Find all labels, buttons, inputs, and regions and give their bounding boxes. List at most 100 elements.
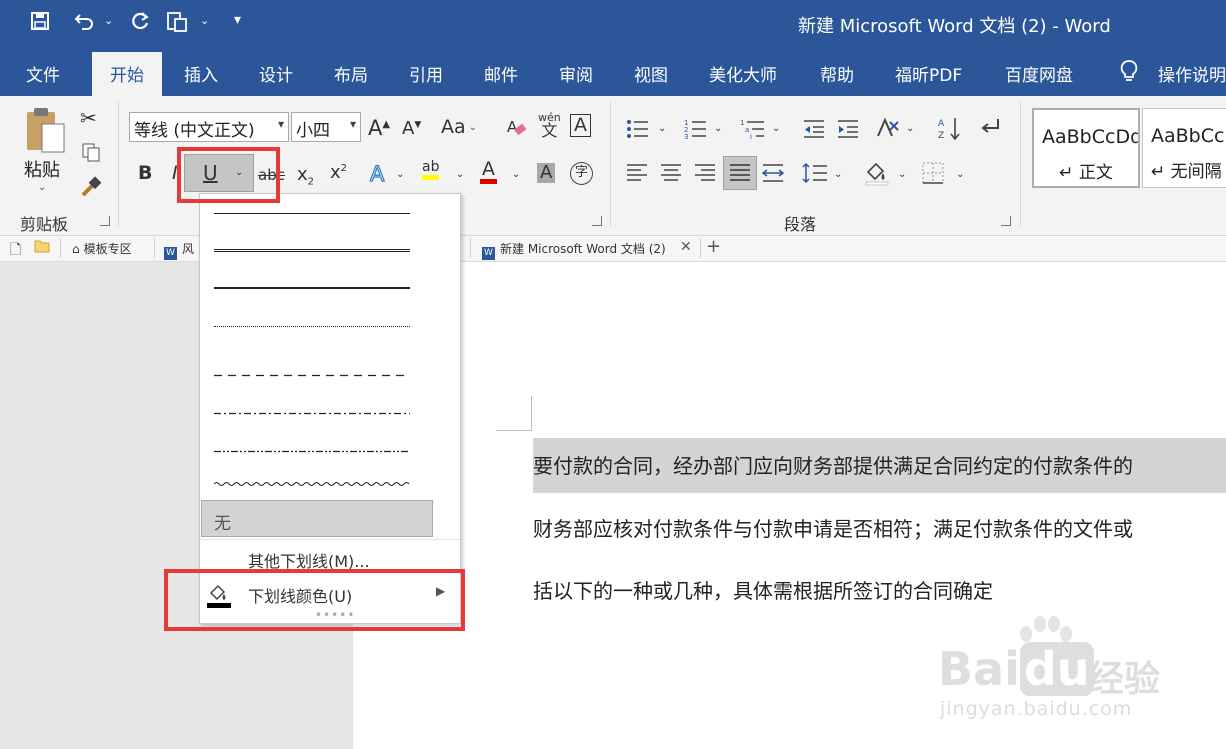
font-name-box[interactable]: 等线 (中文正文) ▾ [129,112,289,142]
bold-button[interactable]: B [138,164,152,183]
doc-tab-current[interactable]: W 新建 Microsoft Word 文档 (2) [482,240,666,260]
doc-tab-templates[interactable]: ⌂ 模板专区 [72,240,132,257]
template-icon[interactable] [166,11,188,38]
style-preview: AaBbCcDd [1042,126,1140,148]
chevron-down-icon[interactable]: ⌄ [456,170,464,180]
borders-icon[interactable] [922,162,944,188]
lightbulb-icon[interactable] [1118,59,1140,88]
document-line[interactable]: 括以下的一种或几种，具体需根据所签订的合同确定 [533,575,993,604]
template-dropdown-icon[interactable]: ⌄ [200,14,209,27]
phonetic-guide-icon[interactable]: wén 文 [538,112,561,139]
grow-font-icon[interactable]: A▲ [368,118,390,139]
clear-formatting-icon[interactable]: A [506,116,528,142]
tab-baidu-netdisk[interactable]: 百度网盘 [1005,61,1073,86]
align-right-icon[interactable] [694,162,716,188]
paste-button-label[interactable]: 粘贴 [24,156,60,182]
svg-text:1: 1 [740,119,744,127]
style-no-spacing[interactable]: AaBbCcD ↵ 无间隔 [1142,108,1226,188]
chevron-down-icon[interactable]: ▾ [278,117,284,131]
show-formatting-icon[interactable] [978,116,1002,142]
chevron-down-icon[interactable]: ⌄ [396,170,404,180]
add-tab-icon[interactable]: + [706,236,721,257]
text-effects-icon[interactable]: A [369,163,385,185]
chevron-down-icon[interactable]: ⌄ [898,170,906,180]
align-left-icon[interactable] [626,162,648,188]
numbering-icon[interactable]: 123 [684,118,708,144]
tab-help[interactable]: 帮助 [820,61,854,86]
change-case-icon[interactable]: Aa ⌄ [441,118,477,137]
tab-design[interactable]: 设计 [259,61,293,86]
word-icon: W [164,247,177,260]
superscript-button[interactable]: x2 [330,164,347,182]
document-line[interactable]: 财务部应核对付款条件与付款申请是否相符；满足付款条件的文件或 [533,513,1226,542]
align-center-icon[interactable] [660,162,682,188]
font-color-icon[interactable]: A [480,160,497,184]
clipboard-dialog-launcher[interactable] [100,216,110,226]
redo-icon[interactable] [130,11,150,36]
chevron-down-icon[interactable]: ⌄ [658,124,666,134]
chevron-down-icon[interactable]: ⌄ [834,170,842,180]
underline-option-double[interactable] [214,249,410,252]
style-normal[interactable]: AaBbCcDd ↵ 正文 [1032,108,1140,188]
font-size-value: 小四 [296,121,330,141]
shrink-font-icon[interactable]: A▼ [402,120,421,138]
tab-insert[interactable]: 插入 [184,61,218,86]
tab-layout[interactable]: 布局 [334,61,368,86]
undo-dropdown-icon[interactable]: ⌄ [104,14,113,27]
chevron-down-icon[interactable]: ⌄ [906,124,914,134]
line-spacing-icon[interactable] [802,162,828,188]
format-painter-icon[interactable] [80,176,102,202]
sort-icon[interactable]: AZ [938,116,962,146]
tab-file[interactable]: 文件 [26,61,60,86]
tab-home[interactable]: 开始 [92,52,162,96]
chevron-down-icon[interactable]: ⌄ [512,170,520,180]
chevron-down-icon[interactable]: ⌄ [956,170,964,180]
font-name-value: 等线 (中文正文) [134,121,255,141]
underline-option-thick[interactable] [214,287,410,289]
tab-foxit-pdf[interactable]: 福昕PDF [895,61,962,86]
paragraph-shading-icon[interactable] [864,160,890,190]
underline-option-single[interactable] [214,213,410,214]
save-icon[interactable] [30,11,50,36]
character-shading-icon[interactable]: A [537,163,556,183]
subscript-button[interactable]: x2 [297,166,314,188]
chevron-down-icon[interactable]: ▾ [350,117,356,131]
svg-text:i: i [750,133,752,140]
underline-option-dotted[interactable] [214,326,410,327]
tell-me-search[interactable]: 操作说明 [1158,61,1226,86]
cut-icon[interactable]: ✂ [80,108,97,128]
paste-dropdown-icon[interactable]: ⌄ [38,182,46,193]
paragraph-dialog-launcher[interactable] [1001,216,1011,226]
justify-icon[interactable] [723,156,757,190]
highlight-icon[interactable]: ab [422,160,440,180]
tab-beautify[interactable]: 美化大师 [709,61,777,86]
new-document-icon[interactable]: 🗋 [10,239,21,263]
word-icon: W [482,247,495,260]
bullets-icon[interactable] [626,118,650,144]
undo-icon[interactable] [74,11,96,36]
none-label: 无 [214,514,231,534]
close-tab-icon[interactable]: ✕ [680,239,692,255]
multilevel-list-icon[interactable]: 1ai [740,118,766,144]
chevron-down-icon[interactable]: ⌄ [772,124,780,134]
underline-option-none[interactable]: 无 [201,500,433,537]
decrease-indent-icon[interactable] [802,118,826,144]
document-line-selected[interactable]: 要付款的合同，经办部门应向财务部提供满足合同约定的付款条件的 [533,438,1226,493]
tab-view[interactable]: 视图 [634,61,668,86]
tab-mailings[interactable]: 邮件 [484,61,518,86]
chinese-layout-icon[interactable] [876,116,902,144]
customize-qa-icon[interactable]: ▾ [234,12,241,28]
chevron-down-icon[interactable]: ⌄ [714,124,722,134]
tab-review[interactable]: 审阅 [559,61,593,86]
font-dialog-launcher[interactable] [592,216,602,226]
copy-icon[interactable] [81,142,101,166]
tab-references[interactable]: 引用 [409,61,443,86]
character-border-icon[interactable]: A [570,114,591,137]
doc-tab-other[interactable]: W风 [164,240,194,260]
distributed-icon[interactable] [761,162,785,188]
enclose-characters-icon[interactable]: 字 [570,162,593,185]
increase-indent-icon[interactable] [836,118,860,144]
paste-icon[interactable] [24,106,68,160]
font-size-box[interactable]: 小四 ▾ [291,112,361,142]
folder-icon[interactable] [34,239,50,256]
